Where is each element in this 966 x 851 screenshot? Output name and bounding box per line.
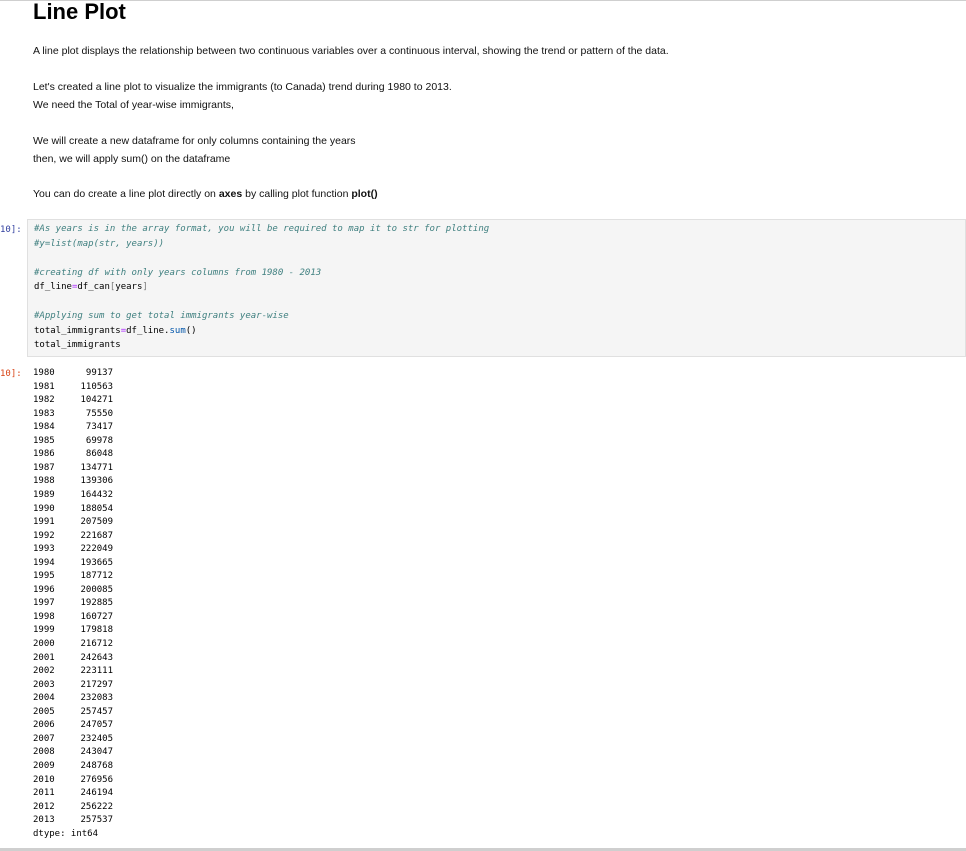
output-value: 200085	[80, 584, 113, 595]
output-year: 2001	[33, 652, 55, 663]
output-year: 2006	[33, 720, 55, 731]
output-value: 221687	[80, 530, 113, 541]
output-value: 110563	[80, 381, 113, 392]
paragraph-intro: Let's created a line plot to visualize t…	[33, 81, 452, 93]
output-year: 2005	[33, 706, 55, 717]
code-token: df_line.	[126, 326, 170, 336]
output-year: 1987	[33, 462, 55, 473]
output-value: 216712	[80, 639, 113, 649]
output-value: 86048	[85, 449, 113, 460]
output-year: 2008	[33, 747, 55, 758]
output-value: 243047	[80, 747, 113, 758]
output-year: 2003	[33, 679, 55, 690]
output-value: 134771	[80, 462, 113, 473]
output-value: 248768	[80, 760, 113, 771]
paragraph-plot-text-2: by calling plot function	[242, 188, 352, 200]
output-value: 139306	[80, 476, 113, 487]
output-value: 187712	[80, 571, 113, 582]
code-token: ()	[185, 326, 197, 336]
code-comment-line: #creating df with only years columns fro…	[34, 268, 322, 278]
page-title: Line Plot	[33, 0, 126, 24]
output-year: 2011	[33, 788, 55, 799]
output-value: 164432	[80, 489, 113, 500]
output-year: 1983	[33, 408, 55, 419]
paragraph-apply-sum: then, we will apply sum() on the datafra…	[33, 153, 231, 165]
output-value: 242643	[80, 652, 113, 663]
code-comment-line: #Applying sum to get total immigrants ye…	[34, 311, 289, 321]
paragraph-plot-axes: You can do create a line plot directly o…	[33, 186, 378, 202]
paragraph-new-dataframe: We will create a new dataframe for only …	[33, 135, 356, 147]
code-token: total_immigrants	[34, 326, 121, 336]
code-function: sum	[169, 326, 186, 336]
output-year: 2009	[33, 760, 55, 771]
output-value: 69978	[85, 435, 113, 446]
output-year: 1980	[33, 368, 55, 378]
output-value: 257537	[80, 815, 113, 826]
output-value: 75550	[85, 408, 113, 419]
code-token: df_can	[77, 282, 110, 292]
output-year: 2010	[33, 774, 55, 785]
output-year: 1994	[33, 557, 55, 568]
output-value: 207509	[80, 517, 113, 528]
output-year: 1993	[33, 544, 55, 555]
code-bracket: ]	[142, 282, 148, 292]
output-year: 1992	[33, 530, 55, 541]
output-value: 217297	[80, 679, 113, 690]
output-year: 1997	[33, 598, 55, 609]
output-year: 2013	[33, 815, 55, 826]
output-value: 223111	[80, 666, 113, 677]
code-line-output-var: total_immigrants	[34, 340, 121, 350]
output-value: 232405	[80, 733, 113, 744]
output-year: 1986	[33, 449, 55, 460]
output-year: 1981	[33, 381, 55, 392]
output-year: 2000	[33, 639, 55, 649]
code-line-total: total_immigrants=df_line.sum()	[34, 325, 197, 338]
paragraph-plot-bold-plot: plot()	[351, 188, 378, 200]
output-value: 192885	[80, 598, 113, 609]
paragraph-plot-text-1: You can do create a line plot directly o…	[33, 188, 219, 200]
output-year: 1988	[33, 476, 55, 487]
paragraph-description: A line plot displays the relationship be…	[33, 45, 669, 57]
output-year: 1998	[33, 611, 55, 622]
output-year: 2007	[33, 733, 55, 744]
output-value: 193665	[80, 557, 113, 568]
output-year: 2012	[33, 801, 55, 812]
output-year: 1985	[33, 435, 55, 446]
output-value: 232083	[80, 693, 113, 704]
output-prompt: 10]:	[0, 369, 22, 379]
code-cell-input[interactable]: #As years is in the array format, you wi…	[27, 219, 966, 357]
input-prompt: 10]:	[0, 225, 22, 235]
notebook-top-border	[0, 0, 966, 1]
output-year: 1996	[33, 584, 55, 595]
code-comment-line: #y=list(map(str, years))	[34, 239, 165, 249]
output-value: 222049	[80, 544, 113, 555]
output-value: 276956	[80, 774, 113, 785]
output-year: 2002	[33, 666, 55, 677]
output-year: 1982	[33, 395, 55, 406]
output-year: 1991	[33, 517, 55, 528]
output-value: 246194	[80, 788, 113, 799]
output-year: 1999	[33, 625, 55, 636]
output-value: 256222	[80, 801, 113, 812]
output-value: 257457	[80, 706, 113, 717]
output-value: 73417	[85, 422, 113, 433]
output-value: 160727	[80, 611, 113, 622]
code-token: years	[115, 282, 143, 292]
output-value: 247057	[80, 720, 113, 731]
paragraph-plot-bold-axes: axes	[218, 188, 243, 200]
output-year: 1995	[33, 571, 55, 582]
output-value: 99137	[85, 368, 113, 378]
output-year: 1990	[33, 503, 55, 514]
output-dtype: dtype: int64	[33, 829, 99, 839]
paragraph-need-total: We need the Total of year-wise immigrant…	[33, 99, 234, 111]
code-token: df_line	[34, 282, 72, 292]
output-value: 179818	[80, 625, 113, 636]
code-line-df-line: df_line=df_can[years]	[34, 281, 148, 294]
output-year: 1989	[33, 489, 55, 500]
output-value: 188054	[80, 503, 113, 514]
output-year: 2004	[33, 693, 55, 704]
code-comment-line: #As years is in the array format, you wi…	[34, 224, 490, 234]
output-year: 1984	[33, 422, 55, 433]
output-value: 104271	[80, 395, 113, 406]
